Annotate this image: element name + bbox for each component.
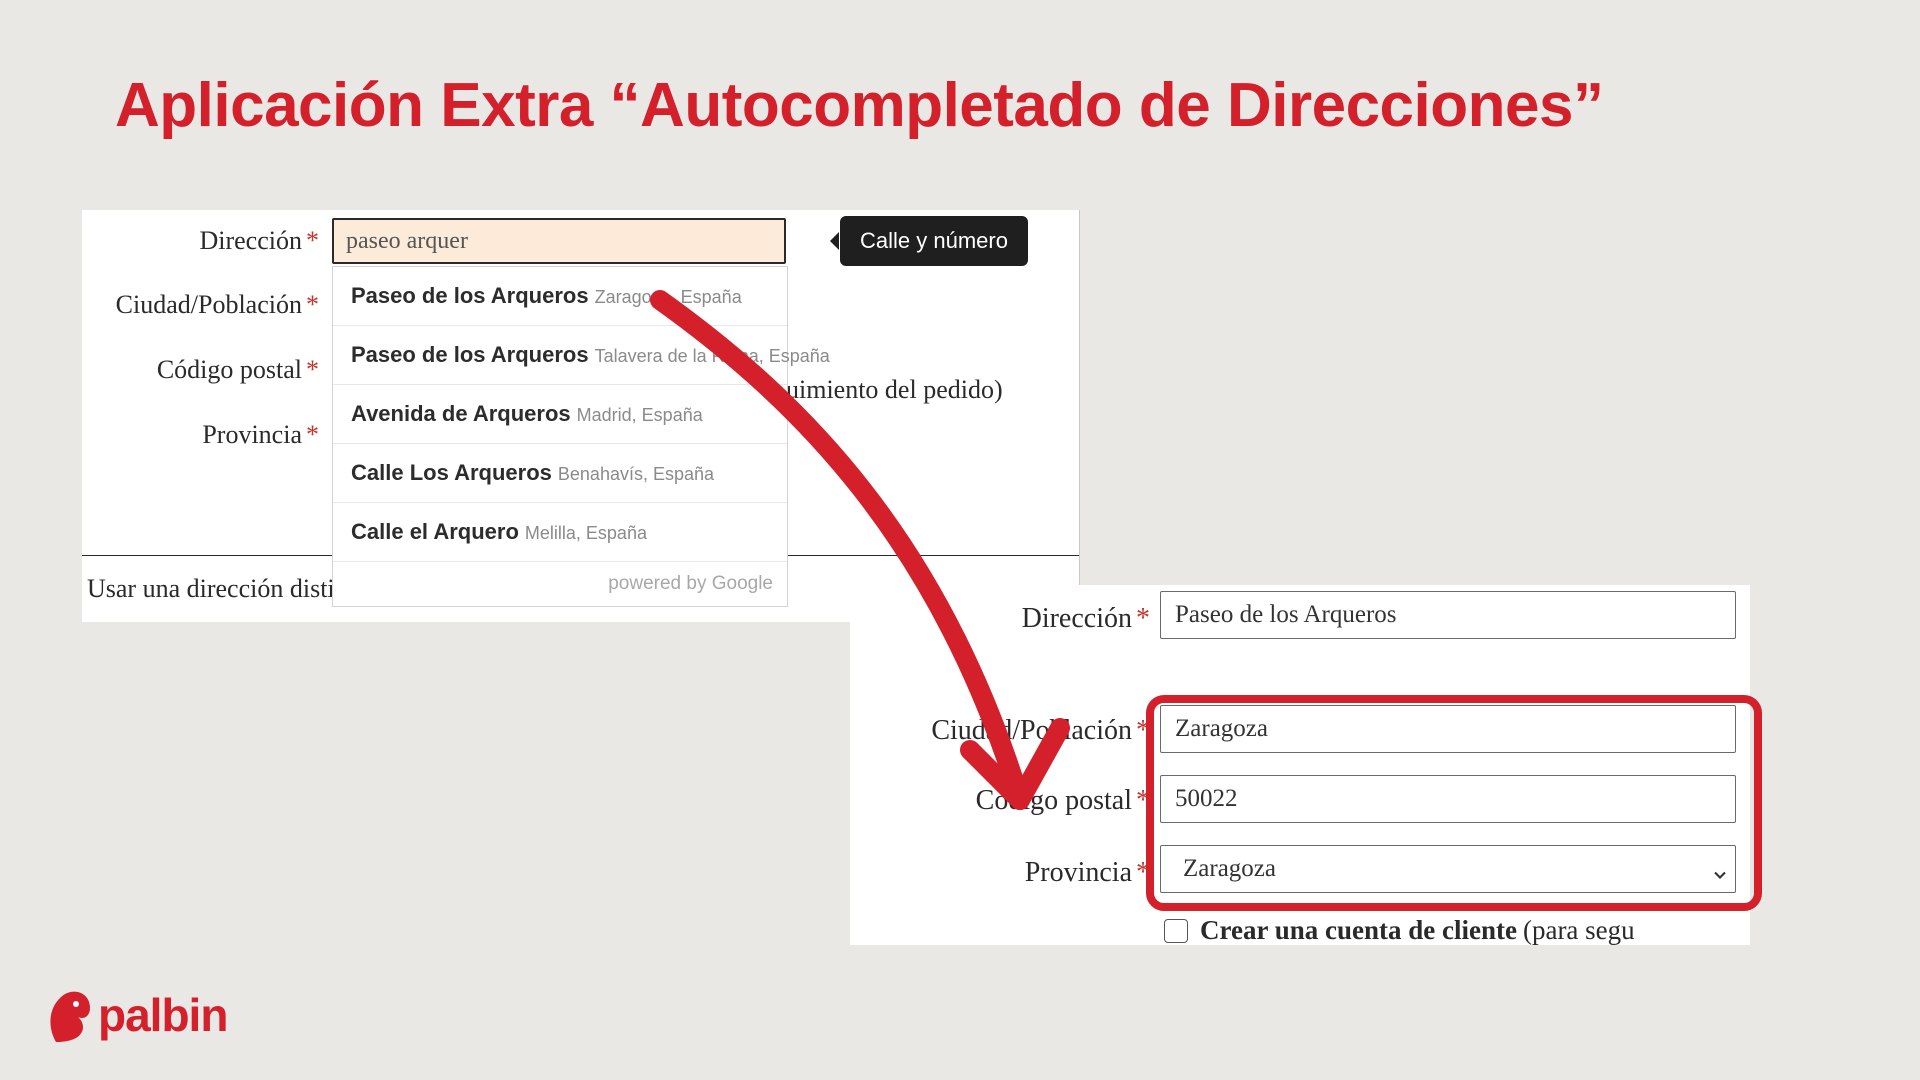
label-ciudad-b: Ciudad/Población* <box>931 715 1150 747</box>
label-ciudad: Ciudad/Población* <box>116 290 319 320</box>
label-provincia-b: Provincia* <box>1025 857 1150 889</box>
autocomplete-dropdown: Paseo de los ArquerosZaragoza, España Pa… <box>332 266 788 607</box>
input-cp-b[interactable] <box>1160 775 1736 823</box>
label-cp-b: Código postal* <box>976 785 1150 817</box>
input-direccion[interactable] <box>332 218 786 264</box>
checkbox-create-account[interactable] <box>1164 919 1188 943</box>
create-account-row: Crear una cuenta de cliente (para segu <box>1164 915 1635 946</box>
powered-by: powered by Google <box>333 562 787 606</box>
panel-before: Dirección* Calle y número Ciudad/Poblaci… <box>82 210 1080 622</box>
suggestion-item[interactable]: Calle el ArqueroMelilla, España <box>333 503 787 562</box>
suggestion-item[interactable]: Paseo de los ArquerosZaragoza, España <box>333 267 787 326</box>
input-direccion-b[interactable] <box>1160 591 1736 639</box>
input-ciudad-b[interactable] <box>1160 705 1736 753</box>
brand-logo: palbin <box>42 984 227 1046</box>
slide-title: Aplicación Extra “Autocompletado de Dire… <box>115 70 1840 141</box>
label-direccion: Dirección* <box>199 226 319 256</box>
panel-after: Dirección* Ciudad/Población* Código post… <box>850 585 1750 945</box>
chevron-down-icon <box>1710 865 1730 885</box>
use-other-address: Usar una dirección distinta <box>87 574 366 604</box>
palbin-logo-icon <box>42 984 94 1046</box>
tooltip-direccion: Calle y número <box>840 216 1028 266</box>
suggestion-item[interactable]: Avenida de ArquerosMadrid, España <box>333 385 787 444</box>
label-direccion-b: Dirección* <box>1022 603 1150 635</box>
brand-text: palbin <box>98 988 227 1042</box>
label-cp: Código postal* <box>157 355 319 385</box>
suggestion-item[interactable]: Paseo de los ArquerosTalavera de la Rein… <box>333 326 787 385</box>
truncated-text: uimiento del pedido) <box>786 375 1003 405</box>
label-provincia: Provincia* <box>202 420 319 450</box>
select-provincia-b[interactable] <box>1160 845 1736 893</box>
suggestion-item[interactable]: Calle Los ArquerosBenahavís, España <box>333 444 787 503</box>
